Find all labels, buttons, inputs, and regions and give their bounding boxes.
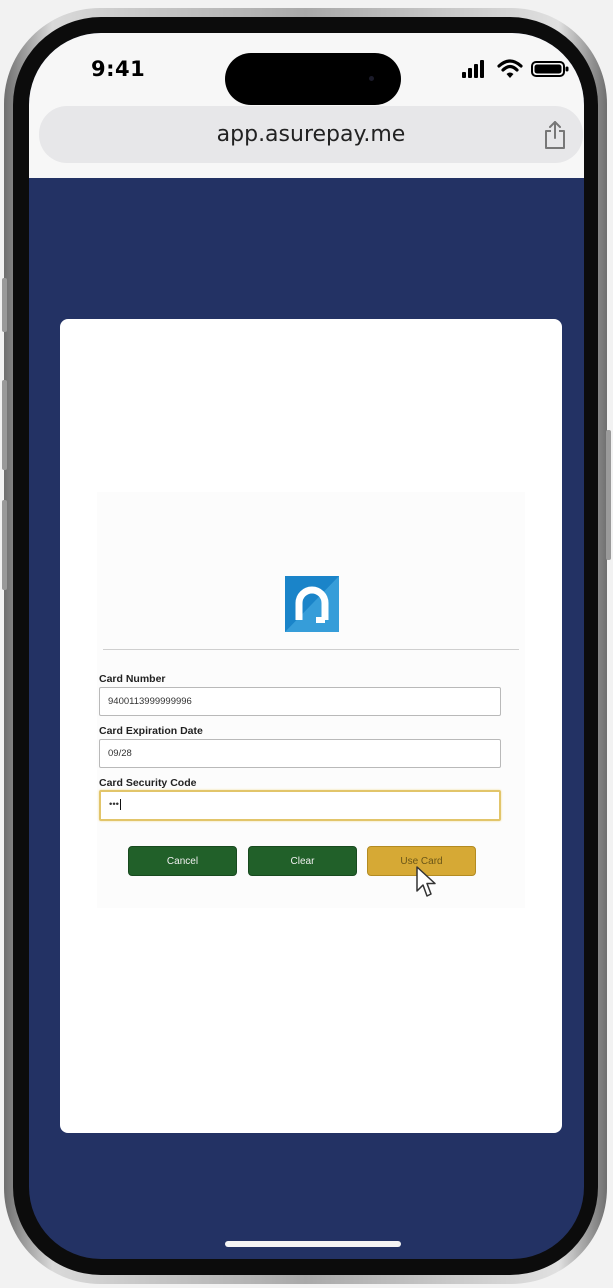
power-button bbox=[606, 430, 611, 560]
card-number-value: 9400113999999996 bbox=[108, 696, 192, 707]
clear-button[interactable]: Clear bbox=[248, 846, 357, 876]
dynamic-island bbox=[225, 53, 401, 105]
status-time: 9:41 bbox=[91, 57, 146, 81]
mouse-cursor-icon bbox=[416, 866, 436, 897]
url-text: app.asurepay.me bbox=[216, 122, 406, 147]
header-divider bbox=[103, 649, 519, 650]
security-code-value: ••• bbox=[109, 799, 119, 810]
asurepay-logo bbox=[285, 576, 339, 632]
volume-down-button bbox=[2, 500, 7, 590]
home-indicator[interactable] bbox=[225, 1241, 401, 1247]
address-bar[interactable]: app.asurepay.me bbox=[39, 106, 583, 163]
security-code-input[interactable]: ••• bbox=[99, 790, 501, 821]
cancel-button[interactable]: Cancel bbox=[128, 846, 237, 876]
share-icon[interactable] bbox=[543, 120, 567, 150]
front-camera bbox=[369, 76, 374, 81]
status-icons bbox=[461, 59, 571, 79]
payment-card-panel: Card Number 9400113999999996 Card Expira… bbox=[60, 319, 562, 1133]
card-number-input[interactable]: 9400113999999996 bbox=[99, 687, 501, 716]
security-code-label: Card Security Code bbox=[99, 777, 197, 789]
phone-screen: 9:41 app.asurepay.me Card Number 9400113… bbox=[29, 33, 584, 1259]
browser-top-bar: 9:41 app.asurepay.me bbox=[29, 33, 584, 178]
signal-icon bbox=[462, 60, 484, 78]
wifi-icon bbox=[497, 59, 523, 78]
expiration-date-value: 09/28 bbox=[108, 748, 132, 759]
battery-icon bbox=[531, 61, 569, 77]
action-button bbox=[2, 278, 7, 332]
text-caret bbox=[119, 798, 121, 810]
expiration-date-label: Card Expiration Date bbox=[99, 725, 203, 737]
card-number-label: Card Number bbox=[99, 673, 166, 685]
volume-up-button bbox=[2, 380, 7, 470]
expiration-date-input[interactable]: 09/28 bbox=[99, 739, 501, 768]
card-entry-form: Card Number 9400113999999996 Card Expira… bbox=[97, 492, 525, 908]
